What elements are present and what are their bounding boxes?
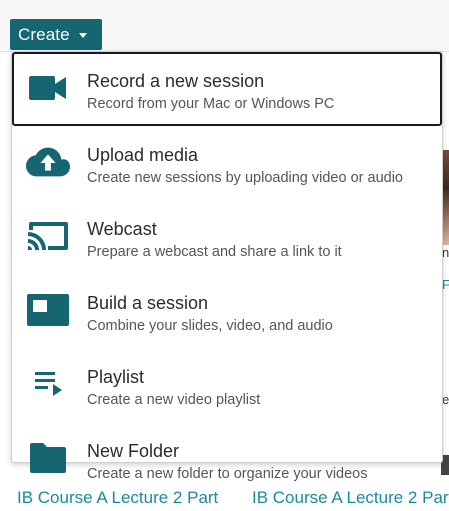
cast-icon xyxy=(26,218,70,254)
menu-item-description: Record from your Mac or Windows PC xyxy=(87,96,335,112)
create-menu: Record a new session Record from your Ma… xyxy=(11,51,443,482)
background-text-fragment: n xyxy=(442,245,449,260)
menu-item-title: Webcast xyxy=(87,219,157,239)
slides-icon xyxy=(26,292,70,328)
menu-item-upload-media[interactable]: Upload media Create new sessions by uplo… xyxy=(12,126,442,200)
video-camera-icon xyxy=(26,70,70,106)
menu-item-record-session[interactable]: Record a new session Record from your Ma… xyxy=(12,52,442,126)
create-dropdown-button[interactable]: Create xyxy=(10,19,102,50)
menu-item-title: Playlist xyxy=(87,367,145,387)
menu-item-description: Combine your slides, video, and audio xyxy=(87,318,333,334)
background-text-fragment: F xyxy=(442,277,449,292)
menu-item-new-folder[interactable]: New Folder Create a new folder to organi… xyxy=(12,422,442,482)
folder-icon xyxy=(26,440,70,476)
menu-item-build-session[interactable]: Build a session Combine your slides, vid… xyxy=(12,274,442,348)
create-button-label: Create xyxy=(18,24,70,44)
menu-item-title: Record a new session xyxy=(87,71,265,91)
session-link[interactable]: IB Course A Lecture 2 Part xyxy=(252,488,449,508)
top-bar: Create xyxy=(0,0,449,52)
playlist-icon xyxy=(26,366,70,402)
menu-item-title: Upload media xyxy=(87,145,199,165)
caret-down-icon xyxy=(78,33,87,38)
menu-item-title: New Folder xyxy=(87,441,180,461)
menu-item-description: Create a new folder to organize your vid… xyxy=(87,466,368,482)
background-text-fragment: e xyxy=(442,392,449,407)
menu-item-description: Prepare a webcast and share a link to it xyxy=(87,244,342,260)
menu-item-description: Create new sessions by uploading video o… xyxy=(87,170,403,186)
cloud-upload-icon xyxy=(26,144,70,180)
menu-item-playlist[interactable]: Playlist Create a new video playlist xyxy=(12,348,442,422)
menu-item-description: Create a new video playlist xyxy=(87,392,261,408)
menu-item-title: Build a session xyxy=(87,293,209,313)
session-link[interactable]: IB Course A Lecture 2 Part xyxy=(17,488,218,508)
menu-item-webcast[interactable]: Webcast Prepare a webcast and share a li… xyxy=(12,200,442,274)
